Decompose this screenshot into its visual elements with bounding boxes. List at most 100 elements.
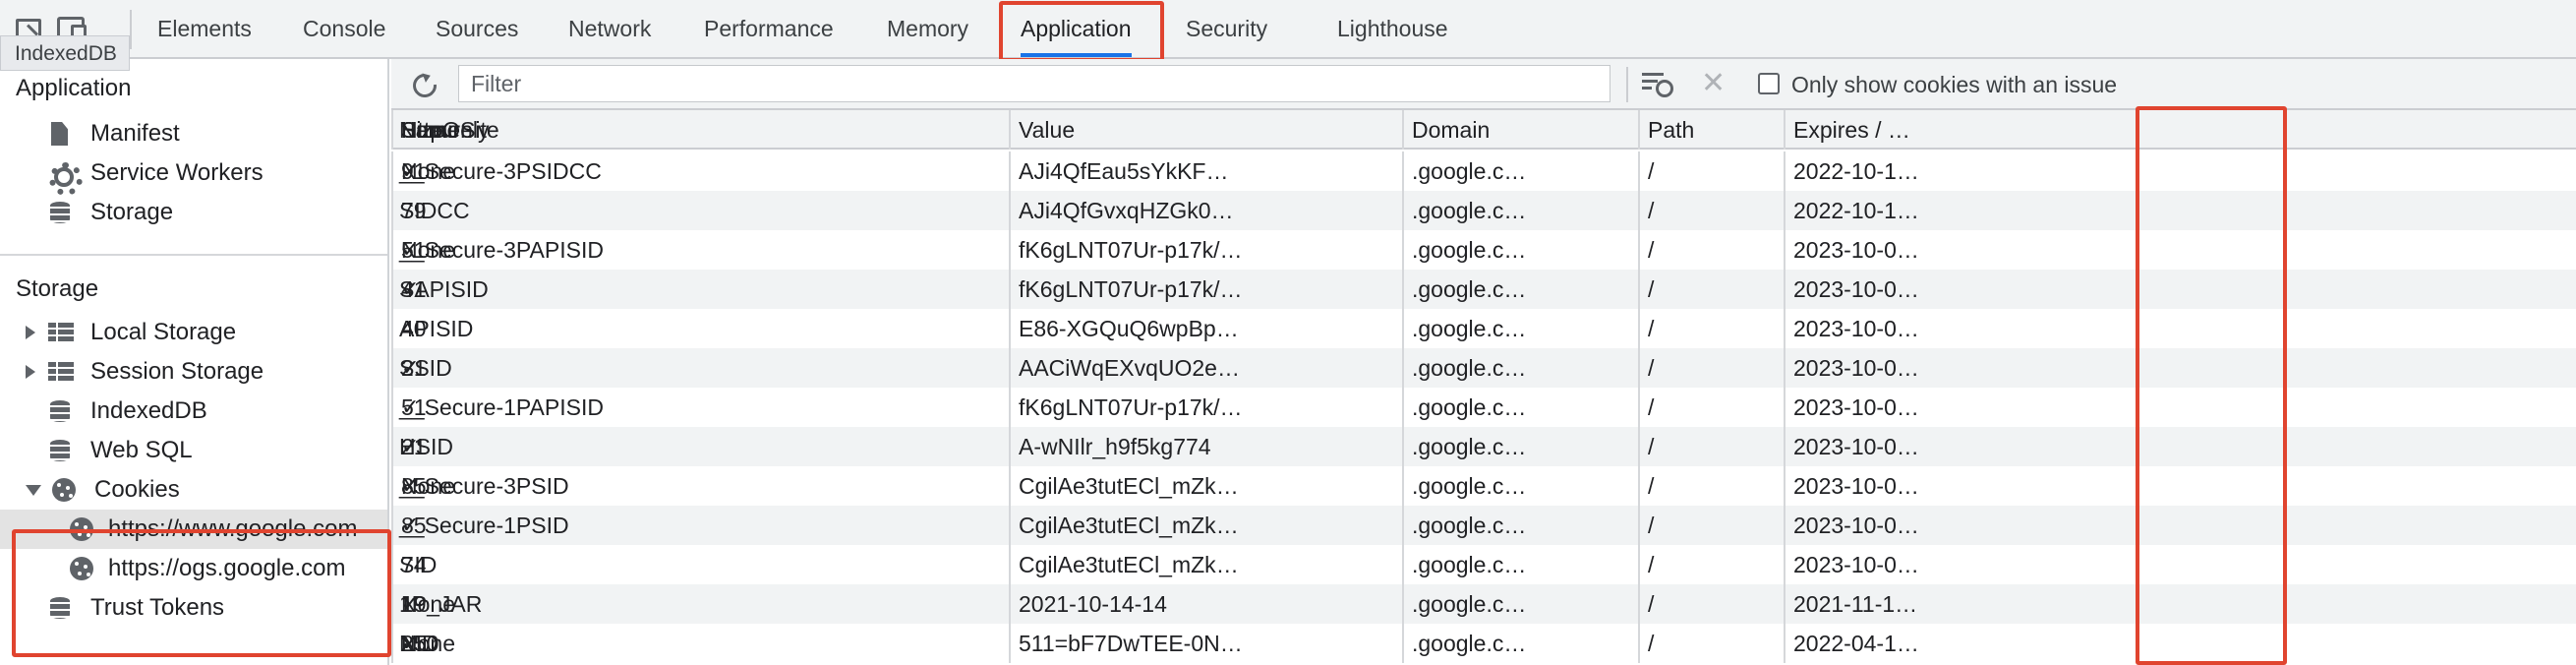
cell-name: SID bbox=[399, 552, 438, 577]
cell-samesite: None bbox=[391, 624, 461, 663]
delete-selected-icon[interactable]: ✕ bbox=[1701, 65, 1726, 102]
sidebar-item-manifest[interactable]: Manifest bbox=[0, 114, 387, 153]
gear-icon bbox=[47, 160, 83, 196]
column-header-samesite[interactable]: SameSite bbox=[391, 110, 505, 150]
sidebar-item-session-storage[interactable]: Session Storage bbox=[0, 352, 387, 392]
cell-domain: .google.com bbox=[1402, 545, 1540, 584]
expand-arrow-icon[interactable] bbox=[26, 365, 35, 379]
column-header-path[interactable]: Path bbox=[1638, 110, 1784, 150]
cell-name: __Secure-3PSIDCC bbox=[399, 158, 602, 184]
only-issues-label[interactable]: Only show cookies with an issue bbox=[1791, 59, 2117, 110]
cell-value: 511=bF7DwTEE-0NO_zh5FotQ4V... bbox=[1009, 624, 1249, 663]
sidebar-item-web-sql[interactable]: Web SQL bbox=[0, 431, 387, 470]
tab-console[interactable]: Console bbox=[303, 0, 385, 57]
cell-samesite: None bbox=[391, 466, 461, 506]
cell-expires: 2022-10-14T15:0... bbox=[1784, 151, 1929, 191]
cell-path: / bbox=[1638, 230, 1784, 270]
clear-filtered-cookies-icon[interactable] bbox=[1642, 71, 1673, 97]
column-header-value[interactable]: Value bbox=[1009, 110, 1249, 150]
cell-path: / bbox=[1638, 624, 1784, 663]
cell-expires: 2023-10-01T02:0... bbox=[1784, 348, 1929, 388]
expand-arrow-icon[interactable] bbox=[26, 326, 35, 339]
cookies-filter-bar: ✕ Only show cookies with an issue bbox=[391, 59, 2576, 110]
column-header-domain[interactable]: Domain bbox=[1402, 110, 1540, 150]
cell-samesite: None bbox=[391, 584, 461, 624]
cell-name: __Secure-3PSID bbox=[399, 473, 569, 499]
cell-expires: 2023-10-01T02:0... bbox=[1784, 506, 1929, 545]
cell-domain: .google.com bbox=[1402, 388, 1540, 427]
cell-path: / bbox=[1638, 427, 1784, 466]
cell-expires: 2022-10-14T15:0... bbox=[1784, 191, 1929, 230]
database-icon bbox=[47, 438, 73, 463]
cell-path: / bbox=[1638, 191, 1784, 230]
httponly-column-highlight bbox=[2136, 106, 2287, 665]
cell-name: SAPISID bbox=[399, 276, 489, 302]
cell-path: / bbox=[1638, 466, 1784, 506]
cell-path: / bbox=[1638, 309, 1784, 348]
grid-icon bbox=[47, 359, 74, 385]
application-sidebar: Application Manifest Service Workers Sto… bbox=[0, 59, 391, 665]
tab-network[interactable]: Network bbox=[568, 0, 651, 57]
cell-expires: 2022-04-15T13:4... bbox=[1784, 624, 1929, 663]
toolbar-divider bbox=[130, 10, 132, 49]
sidebar-item-service-workers[interactable]: Service Workers bbox=[0, 153, 387, 196]
cell-value: AJi4QfGvxqHZGk0Qt9AdyPWeD... bbox=[1009, 191, 1249, 230]
cell-value: 2021-10-14-14 bbox=[1009, 584, 1249, 624]
sidebar-item-label: Service Workers bbox=[90, 159, 263, 186]
application-tab-highlight bbox=[999, 1, 1164, 62]
sidebar-item-label: IndexedDB bbox=[90, 397, 207, 424]
cell-name: HSID bbox=[399, 434, 453, 459]
refresh-icon[interactable] bbox=[411, 71, 437, 96]
cell-domain: .google.com bbox=[1402, 309, 1540, 348]
cell-samesite bbox=[391, 191, 407, 230]
cell-value: CgilAe3tutECl_mZkez_PHdYvi2q... bbox=[1009, 466, 1249, 506]
cell-samesite: None bbox=[391, 151, 461, 191]
filter-input[interactable] bbox=[458, 65, 1610, 102]
cell-domain: .google.com bbox=[1402, 506, 1540, 545]
tab-lighthouse[interactable]: Lighthouse bbox=[1337, 0, 1448, 57]
cell-value: E86-XGQuQ6wpBpP2/AqReTq45... bbox=[1009, 309, 1249, 348]
sidebar-item-local-storage[interactable]: Local Storage bbox=[0, 313, 387, 352]
database-icon bbox=[47, 200, 73, 225]
grid-icon bbox=[47, 320, 74, 345]
cell-value: A-wNIlr_h9f5kg774 bbox=[1009, 427, 1249, 466]
only-issues-checkbox[interactable] bbox=[1758, 73, 1780, 94]
cell-value: CgilAe3tutECl_mZkez_PHdYvi2q... bbox=[1009, 506, 1249, 545]
cell-expires: 2023-10-01T02:0... bbox=[1784, 230, 1929, 270]
column-header-expires[interactable]: Expires / Max-Age bbox=[1784, 110, 1929, 150]
tab-sources[interactable]: Sources bbox=[436, 0, 518, 57]
cell-domain: .google.com bbox=[1402, 151, 1540, 191]
cell-name: __Secure-1PAPISID bbox=[399, 394, 604, 420]
tab-memory[interactable]: Memory bbox=[887, 0, 968, 57]
cell-domain: .google.com bbox=[1402, 191, 1540, 230]
cell-samesite bbox=[391, 270, 407, 309]
application-section-heading: Application bbox=[16, 75, 132, 101]
collapse-arrow-icon[interactable] bbox=[26, 484, 41, 496]
sidebar-item-cookies[interactable]: Cookies bbox=[0, 470, 387, 510]
tab-elements[interactable]: Elements bbox=[157, 0, 252, 57]
cell-samesite bbox=[391, 388, 407, 427]
cell-path: / bbox=[1638, 348, 1784, 388]
cell-path: / bbox=[1638, 545, 1784, 584]
tab-performance[interactable]: Performance bbox=[704, 0, 834, 57]
cell-domain: .google.com bbox=[1402, 427, 1540, 466]
cell-path: / bbox=[1638, 584, 1784, 624]
cell-expires: 2023-10-01T02:0... bbox=[1784, 309, 1929, 348]
storage-section-heading: Storage bbox=[16, 275, 99, 302]
sidebar-item-storage[interactable]: Storage bbox=[0, 193, 387, 232]
cell-samesite bbox=[391, 427, 407, 466]
cell-value: AJi4QfEau5sYkKFDsl7U4-GPEtp... bbox=[1009, 151, 1249, 191]
sidebar-item-label: Manifest bbox=[90, 120, 180, 147]
document-icon bbox=[47, 121, 73, 147]
sidebar-divider bbox=[0, 254, 387, 256]
sidebar-item-label: Storage bbox=[90, 199, 174, 225]
cell-name: NID bbox=[399, 631, 439, 656]
cell-domain: .google.com bbox=[1402, 230, 1540, 270]
cell-domain: .google.com bbox=[1402, 466, 1540, 506]
cell-domain: .google.com bbox=[1402, 624, 1540, 663]
filter-bar-divider bbox=[1626, 67, 1628, 102]
tab-security[interactable]: Security bbox=[1186, 0, 1267, 57]
cell-expires: 2023-10-01T02:0... bbox=[1784, 427, 1929, 466]
sidebar-item-label: Cookies bbox=[94, 476, 180, 503]
sidebar-item-indexeddb[interactable]: IndexedDB bbox=[0, 392, 387, 431]
